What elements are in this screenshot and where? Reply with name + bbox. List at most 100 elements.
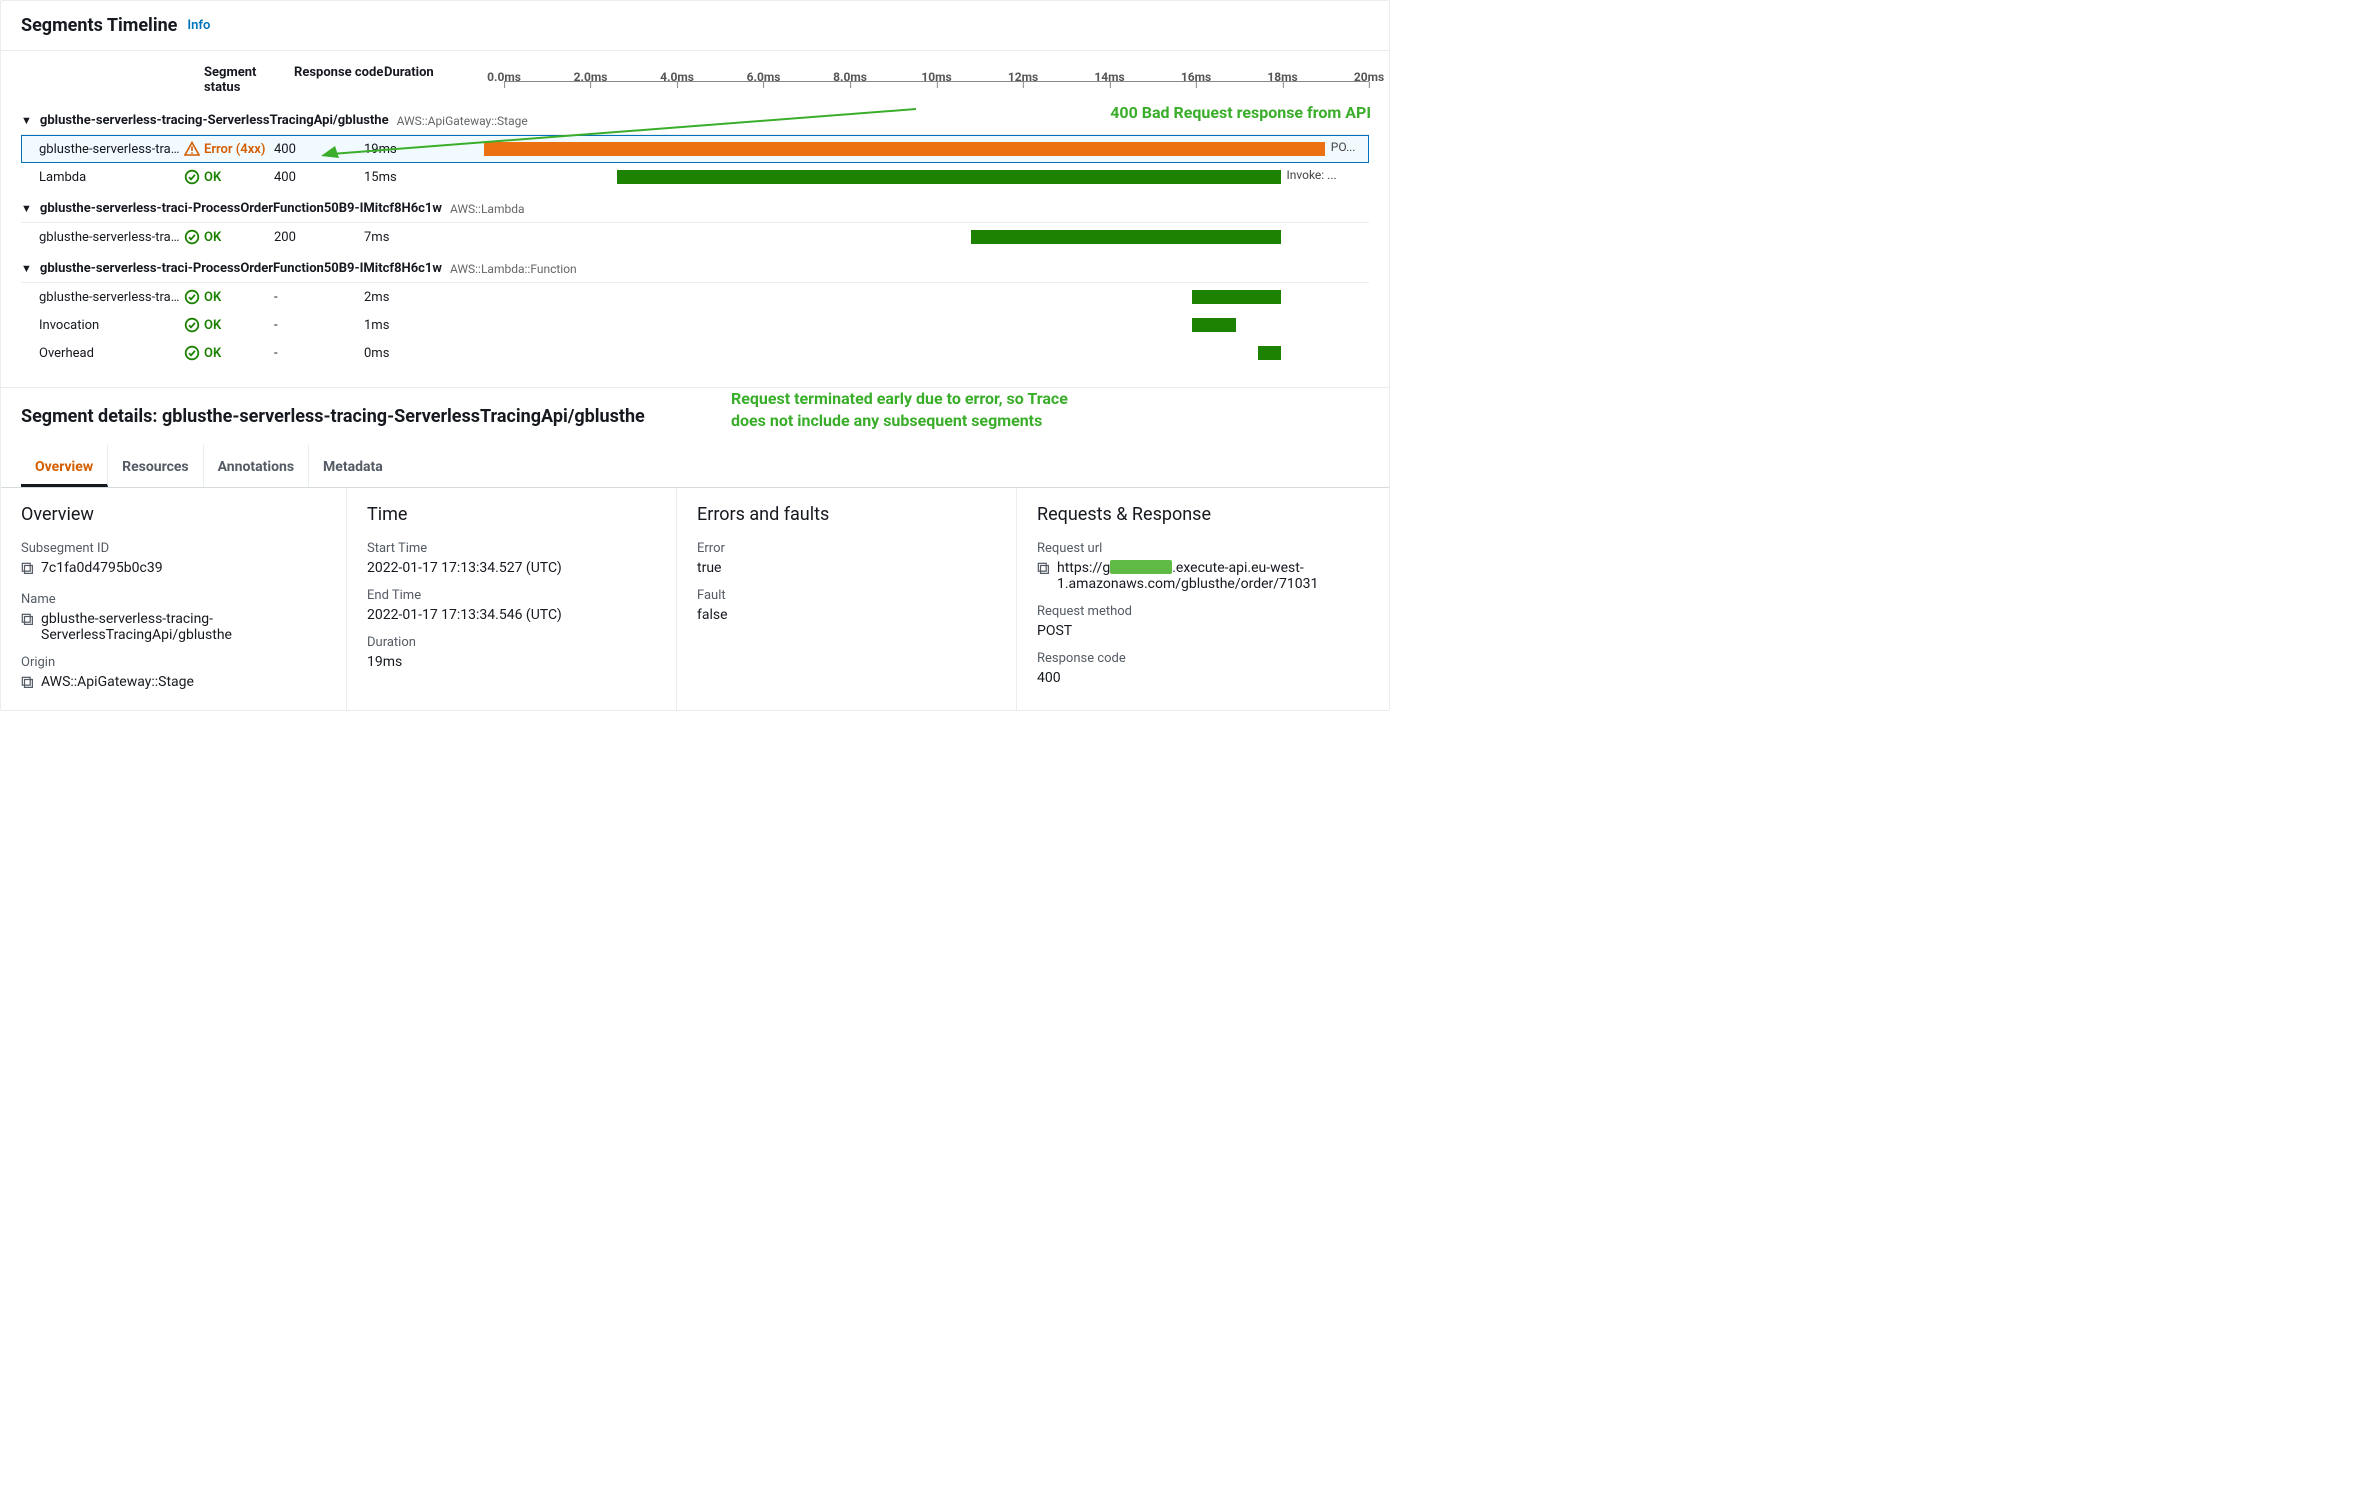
segment-bar xyxy=(971,230,1281,244)
segment-response-code: 200 xyxy=(274,230,364,245)
segment-name: gblusthe-serverless-traci... xyxy=(21,290,184,305)
success-icon xyxy=(184,345,200,361)
chevron-down-icon: ▼ xyxy=(21,262,32,275)
errors-heading: Errors and faults xyxy=(697,504,996,525)
copy-icon[interactable] xyxy=(21,562,35,580)
col-header-code: Response code xyxy=(294,65,384,103)
details-panels: Overview Subsegment ID 7c1fa0d4795b0c39 … xyxy=(1,488,1389,710)
ruler-tick: 12ms xyxy=(1008,70,1038,84)
segment-details-title: Segment details: gblusthe-serverless-tra… xyxy=(21,406,1369,427)
success-icon xyxy=(184,317,200,333)
ruler-tick: 0.0ms xyxy=(487,70,521,84)
value-request-method: POST xyxy=(1037,623,1072,639)
card-header: Segments Timeline Info xyxy=(1,1,1389,51)
segment-row[interactable]: gblusthe-serverless-traci...Error (4xx)4… xyxy=(21,135,1369,163)
segment-response-code: 400 xyxy=(274,142,364,157)
value-subsegment-id: 7c1fa0d4795b0c39 xyxy=(41,560,163,576)
group-name: gblusthe-serverless-tracing-ServerlessTr… xyxy=(40,113,389,128)
segment-status: OK xyxy=(184,229,274,245)
segment-status: OK xyxy=(184,169,274,185)
segment-duration: 1ms xyxy=(364,318,484,333)
success-icon xyxy=(184,289,200,305)
value-name: gblusthe-serverless-tracing-ServerlessTr… xyxy=(41,611,326,643)
segment-status: Error (4xx) xyxy=(184,141,274,157)
segment-bar xyxy=(1258,346,1280,360)
time-panel: Time Start Time 2022-01-17 17:13:34.527 … xyxy=(346,488,676,710)
copy-icon[interactable] xyxy=(1037,562,1051,580)
tab-metadata[interactable]: Metadata xyxy=(309,445,397,487)
segment-row[interactable]: LambdaOK40015msInvoke: ... xyxy=(21,163,1369,191)
segment-row[interactable]: gblusthe-serverless-traci...OK2007ms xyxy=(21,223,1369,251)
segment-bar-cell: Invoke: ... xyxy=(484,168,1369,186)
group-origin: AWS::Lambda::Function xyxy=(450,262,577,276)
segment-row[interactable]: gblusthe-serverless-traci...OK-2ms xyxy=(21,283,1369,311)
label-end-time: End Time xyxy=(367,588,656,603)
segment-bar xyxy=(484,142,1325,156)
segment-response-code: - xyxy=(274,318,364,333)
segment-name: Invocation xyxy=(21,318,184,333)
overview-heading: Overview xyxy=(21,504,326,525)
segment-duration: 19ms xyxy=(364,142,484,157)
value-start-time: 2022-01-17 17:13:34.527 (UTC) xyxy=(367,560,562,576)
segment-duration: 15ms xyxy=(364,170,484,185)
request-heading: Requests & Response xyxy=(1037,504,1369,525)
redacted-segment xyxy=(1110,560,1172,574)
segment-row[interactable]: InvocationOK-1ms xyxy=(21,311,1369,339)
card-title: Segments Timeline xyxy=(21,15,177,36)
col-header-status: Segment status xyxy=(204,65,294,103)
value-request-url: https://g.execute-api.eu-west-1.amazonaw… xyxy=(1057,560,1369,592)
segment-status: OK xyxy=(184,289,274,305)
segment-bar-cell xyxy=(484,316,1369,334)
segment-name: gblusthe-serverless-traci... xyxy=(21,142,184,157)
value-error: true xyxy=(697,560,721,576)
group-origin: AWS::Lambda xyxy=(450,202,525,216)
segment-row[interactable]: OverheadOK-0ms xyxy=(21,339,1369,367)
success-icon xyxy=(184,229,200,245)
chevron-down-icon: ▼ xyxy=(21,202,32,215)
ruler-tick: 4.0ms xyxy=(660,70,694,84)
label-fault: Fault xyxy=(697,588,996,603)
ruler-tick: 6.0ms xyxy=(747,70,781,84)
segment-duration: 7ms xyxy=(364,230,484,245)
tab-resources[interactable]: Resources xyxy=(108,445,204,487)
segment-bar-label: Invoke: ... xyxy=(1287,168,1337,182)
success-icon xyxy=(184,169,200,185)
group-name: gblusthe-serverless-traci-ProcessOrderFu… xyxy=(40,201,442,216)
info-link[interactable]: Info xyxy=(187,18,210,33)
label-response-code: Response code xyxy=(1037,651,1369,666)
ruler-tick: 18ms xyxy=(1267,70,1297,84)
time-heading: Time xyxy=(367,504,656,525)
request-panel: Requests & Response Request url https://… xyxy=(1016,488,1389,710)
label-duration: Duration xyxy=(367,635,656,650)
segment-duration: 2ms xyxy=(364,290,484,305)
segment-bar-cell xyxy=(484,288,1369,306)
tab-annotations[interactable]: Annotations xyxy=(204,445,309,487)
segment-bar-label: PO... xyxy=(1331,140,1356,154)
label-request-method: Request method xyxy=(1037,604,1369,619)
segment-bar xyxy=(1192,290,1281,304)
ruler-tick: 16ms xyxy=(1181,70,1211,84)
segment-duration: 0ms xyxy=(364,346,484,361)
segment-bar-cell xyxy=(484,344,1369,362)
label-origin: Origin xyxy=(21,655,326,670)
tab-overview[interactable]: Overview xyxy=(21,445,108,487)
segment-group-header[interactable]: ▼gblusthe-serverless-tracing-ServerlessT… xyxy=(21,103,1369,135)
segment-bar xyxy=(1192,318,1236,332)
label-name: Name xyxy=(21,592,326,607)
segment-name: gblusthe-serverless-traci... xyxy=(21,230,184,245)
column-headers: Segment status Response code Duration 0.… xyxy=(21,55,1369,103)
copy-icon[interactable] xyxy=(21,676,35,694)
ruler-tick: 10ms xyxy=(921,70,951,84)
segment-status: OK xyxy=(184,345,274,361)
col-header-dur: Duration xyxy=(384,65,504,103)
copy-icon[interactable] xyxy=(21,613,35,631)
segment-group-header[interactable]: ▼ gblusthe-serverless-traci-ProcessOrderF… xyxy=(21,191,1369,223)
ruler-tick: 20ms xyxy=(1354,70,1384,84)
segment-group-header[interactable]: ▼gblusthe-serverless-traci-ProcessOrderF… xyxy=(21,251,1369,283)
segment-response-code: - xyxy=(274,346,364,361)
segment-bar-cell: PO... xyxy=(484,140,1369,158)
label-subsegment-id: Subsegment ID xyxy=(21,541,326,556)
overview-panel: Overview Subsegment ID 7c1fa0d4795b0c39 … xyxy=(1,488,346,710)
segment-bar xyxy=(617,170,1281,184)
errors-panel: Errors and faults Error true Fault false xyxy=(676,488,1016,710)
